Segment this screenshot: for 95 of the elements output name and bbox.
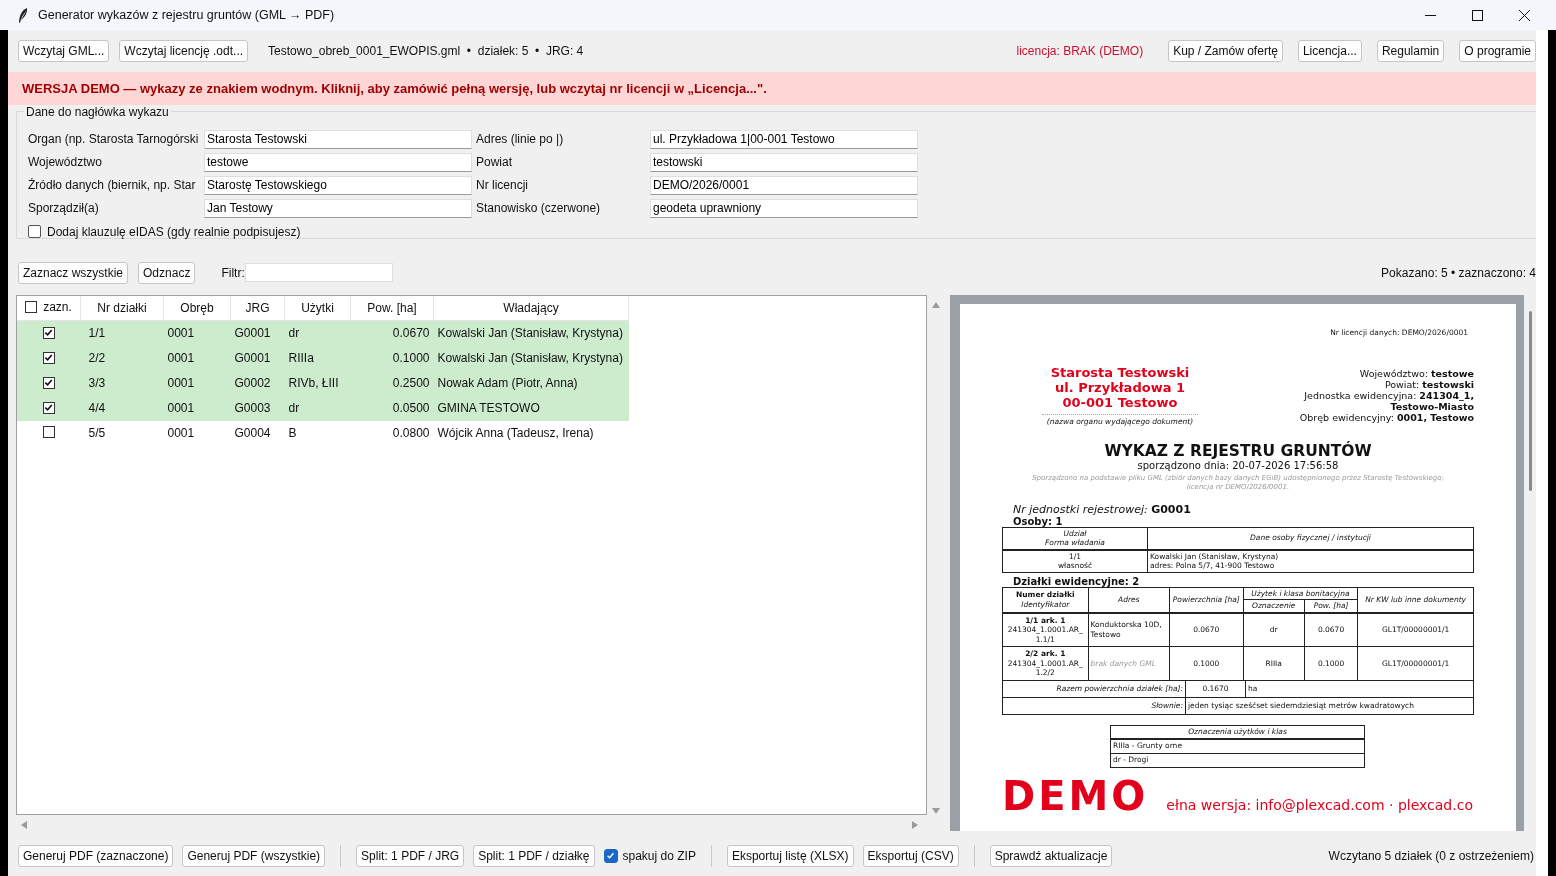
action-button[interactable]: Generuj PDF (zaznaczone) <box>18 844 174 867</box>
checkmark-icon <box>606 851 615 860</box>
selection-button[interactable]: Odznacz <box>138 261 196 284</box>
text-field[interactable]: Jan Testowy <box>204 198 472 218</box>
toolbar-button[interactable]: Wczytaj licencję .odt... <box>119 39 249 62</box>
toolbar-button[interactable]: Regulamin <box>1376 39 1445 62</box>
checkbox[interactable] <box>603 848 618 863</box>
field-label: Województwo <box>28 155 103 170</box>
demo-banner[interactable]: WERSJA DEMO — wykazy ze znakiem wodnym. Kliknij, aby zamówić pełną wersję, lub wczytaj nr licencji w „Licencja...". <box>8 71 1536 105</box>
table-cell: B <box>284 420 351 446</box>
checkmark-icon <box>44 353 54 363</box>
document-title: WYKAZ Z REJESTRU GRUNTÓW <box>1103 441 1373 460</box>
table-cell: 0.0800 <box>350 420 434 446</box>
unit-line: Nr jednostki rejestrowej: G0001 <box>1013 502 1192 516</box>
table-cell: 4/4 <box>80 395 164 421</box>
field-label: Sporządził(a) <box>28 201 100 216</box>
checkmark-icon <box>44 403 54 413</box>
table-cell: Wójcik Anna (Tadeusz, Irena) <box>433 420 629 446</box>
region-line: Jednostka ewidencyjna: 241304_1, <box>1302 389 1474 401</box>
table-cell: 3/3 <box>80 370 164 396</box>
action-button[interactable]: Eksportuj listę (XLSX) <box>726 844 854 867</box>
action-button[interactable]: Split: 1 PDF / działkę <box>473 844 595 867</box>
checkmark-icon <box>44 378 54 388</box>
table-cell: 0.1000 <box>350 345 434 371</box>
toolbar-button[interactable]: Kup / Zamów ofertę <box>1168 39 1283 62</box>
table-cell: Kowalski Jan (Stanisław, Krystyna) <box>433 345 629 371</box>
selection-summary: Pokazano: 5 • zaznaczono: 4 <box>1381 265 1536 280</box>
checkbox-label: Dodaj klauzulę eIDAS (gdy realnie podpisujesz) <box>47 224 301 239</box>
feather-icon <box>18 7 28 23</box>
column-header[interactable]: Użytki <box>284 295 351 321</box>
table-cell: Kowalski Jan (Stanisław, Krystyna) <box>433 320 629 346</box>
table-cell: GMINA TESTOWO <box>433 395 629 421</box>
filter-label: Filtr: <box>221 265 245 280</box>
column-header[interactable]: Władający <box>433 295 629 321</box>
text-field[interactable]: ul. Przykładowa 1|00-001 Testowo <box>650 129 918 149</box>
checkbox[interactable] <box>42 425 55 438</box>
date-line: sporządzono dnia: 20-07-2026 17:56:58 <box>1136 459 1340 471</box>
field-label: Nr licencji <box>476 178 529 193</box>
scrollbar-thumb[interactable] <box>1528 310 1532 491</box>
action-button[interactable]: Eksportuj (CSV) <box>862 844 959 867</box>
checkbox[interactable] <box>42 401 55 414</box>
organ-name: Starosta Testowski ul. Przykładowa 1 00-001 Testowo <box>1049 364 1191 410</box>
toolbar-button[interactable]: O programie <box>1459 39 1536 62</box>
region-line: Powiat: testowski <box>1384 378 1474 390</box>
column-header[interactable]: JRG <box>230 295 285 321</box>
column-header[interactable]: Pow. [ha] <box>350 295 434 321</box>
field-label: Powiat <box>476 155 514 170</box>
toolbar-button[interactable]: Licencja... <box>1297 39 1362 62</box>
text-field[interactable]: DEMO/2026/0001 <box>650 175 918 195</box>
table-cell: 2/2 <box>80 345 164 371</box>
checkbox[interactable] <box>28 225 41 239</box>
persons-heading: Osoby: 1 <box>1013 515 1064 527</box>
table-cell: 0.2500 <box>350 370 434 396</box>
table-cell: Nowak Adam (Piotr, Anna) <box>433 370 629 396</box>
action-button[interactable]: Split: 1 PDF / JRG <box>356 844 465 867</box>
table-cell: 0.0670 <box>350 320 434 346</box>
action-button[interactable]: Generuj PDF (wszystkie) <box>182 844 326 867</box>
field-label: Adres (linie po |) <box>476 132 565 147</box>
checkbox[interactable] <box>42 326 55 339</box>
parcels-heading: Działki ewidencyjne: 2 <box>1013 575 1141 587</box>
column-header[interactable]: Obręb <box>163 295 231 321</box>
action-button[interactable]: Sprawdź aktualizacje <box>989 844 1113 867</box>
table-cell: 1/1 <box>80 320 164 346</box>
table-cell: G0004 <box>230 420 285 446</box>
checkmark-icon <box>44 328 54 338</box>
region-line: Województwo: testowe <box>1358 367 1474 379</box>
selection-button[interactable]: Zaznacz wszystkie <box>18 261 129 284</box>
region-line: Obręb ewidencyjny: 0001, Testowo <box>1299 411 1474 423</box>
text-field[interactable]: geodeta uprawniony <box>650 198 918 218</box>
checkbox[interactable] <box>25 300 38 313</box>
table-cell: 5/5 <box>80 420 164 446</box>
license-status: licencja: BRAK (DEMO) <box>1016 43 1144 58</box>
text-field[interactable]: Starostę Testowskiego <box>204 175 472 195</box>
table-cell: 0.0500 <box>350 395 434 421</box>
checkbox[interactable] <box>42 351 55 364</box>
field-label: Źródło danych (biernik, np. Star <box>28 178 197 193</box>
toolbar-button[interactable]: Wczytaj GML... <box>18 39 110 62</box>
text-field[interactable]: Starosta Testowski <box>204 129 472 149</box>
status-text: Wczytano 5 działek (0 z ostrzeżeniem) <box>1328 848 1534 863</box>
text-field[interactable]: testowe <box>204 152 472 172</box>
watermark-text: ełna wersja: info@plexcad.com · plexcad.co <box>1166 796 1473 813</box>
section-title: Dane do nagłówka wykazu <box>25 104 170 119</box>
field-label: Organ (np. Starosta Tarnogórski <box>28 132 200 147</box>
file-info: Testowo_obreb_0001_EWOPIS.gml • działek: 5 • JRG: 4 <box>268 43 584 58</box>
column-header[interactable]: Nr działki <box>80 295 164 321</box>
checkbox[interactable] <box>42 376 55 389</box>
field-label: Stanowisko (czerwone) <box>476 201 602 216</box>
column-header[interactable]: zazn. <box>43 299 72 314</box>
text-field[interactable]: testowski <box>650 152 918 172</box>
filter-field[interactable] <box>244 263 393 283</box>
checkbox-label: spakuj do ZIP <box>622 848 696 863</box>
region-line: Testowo-Miasto <box>1390 400 1474 412</box>
window-title: Generator wykazów z rejestru gruntów (GML → PDF) <box>38 8 335 22</box>
watermark: DEMO <box>1002 775 1149 816</box>
table-cell: 0001 <box>163 420 231 446</box>
